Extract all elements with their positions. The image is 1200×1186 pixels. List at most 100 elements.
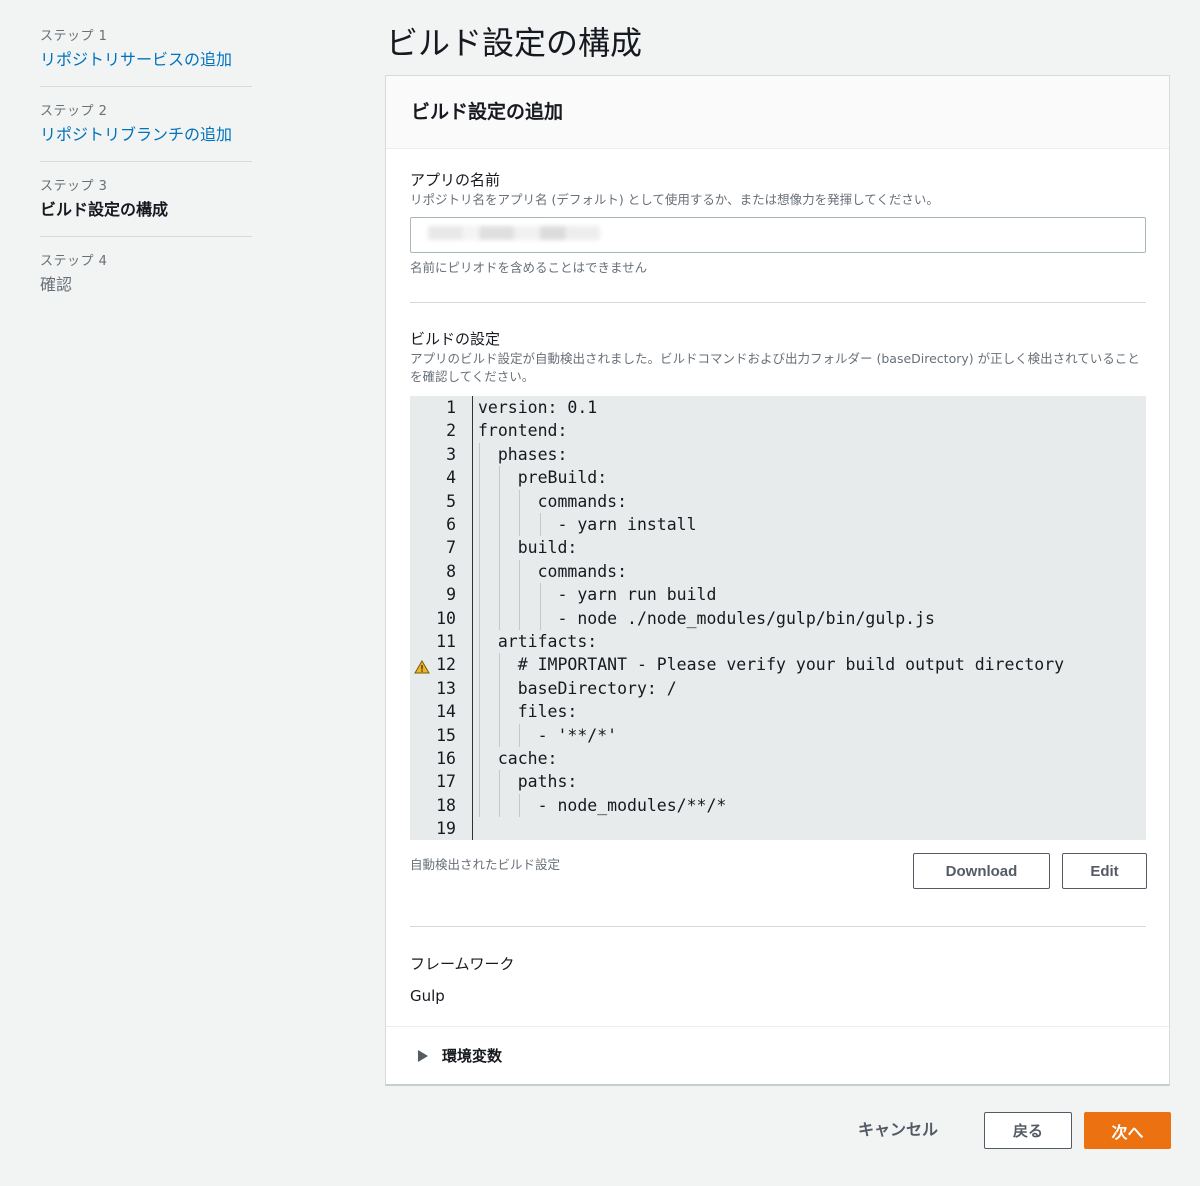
indent-guide (499, 559, 501, 584)
code-text: # IMPORTANT - Please verify your build o… (478, 655, 1065, 675)
code-line: 6 - yarn install (410, 513, 1146, 537)
code-line: 5 commands: (410, 489, 1146, 513)
step-1: ステップ 1 リポジトリサービスの追加 (40, 26, 252, 87)
panel-title: ビルド設定の追加 (411, 101, 564, 123)
code-text: preBuild: (478, 468, 608, 488)
code-text: files: (478, 702, 578, 722)
indent-guide (479, 676, 480, 701)
line-number: 15 (436, 725, 456, 745)
code-line: 13 baseDirectory: / (410, 676, 1146, 701)
indent-guide (519, 583, 521, 607)
indent-guide (479, 536, 480, 560)
divider (410, 926, 1146, 927)
auto-detected-label: 自動検出されたビルド設定 (410, 857, 561, 872)
indent-guide (519, 793, 521, 818)
indent-guide (479, 653, 480, 677)
indent-guide (539, 583, 541, 607)
code-text: - yarn install (478, 515, 697, 534)
indent-guide (479, 606, 480, 630)
indent-guide (479, 559, 480, 584)
line-number: 2 (446, 421, 456, 441)
step-3: ステップ 3 ビルド設定の構成 (40, 176, 252, 237)
code-text: commands: (478, 561, 628, 581)
app-name-hint: 名前にピリオドを含めることはできません (410, 260, 648, 275)
page-title: ビルド設定の構成 (386, 24, 643, 62)
build-spec-editor[interactable]: 1 version: 0.1 2 frontend: 3 phases: 4 preBui… (410, 396, 1146, 840)
code-line: 11 artifacts: (410, 630, 1146, 654)
indent-guide (479, 583, 480, 607)
line-number: 14 (436, 702, 456, 722)
indent-guide (479, 466, 480, 490)
next-button[interactable]: 次へ (1084, 1112, 1171, 1149)
build-settings-panel: ビルド設定の追加 アプリの名前 リポジトリ名をアプリ名 (デフォルト) として使… (385, 75, 1170, 1086)
indent-guide (479, 489, 480, 513)
line-number: 1 (446, 398, 456, 417)
line-number: 9 (446, 585, 456, 605)
indent-guide (519, 559, 521, 584)
code-line: 16 cache: (410, 747, 1146, 771)
indent-guide (499, 676, 501, 701)
line-number: 4 (446, 468, 456, 488)
code-line: 14 files: (410, 700, 1146, 724)
step-number: ステップ 4 (40, 254, 108, 269)
framework-value: Gulp (410, 987, 445, 1005)
line-number: 13 (436, 678, 456, 698)
back-button[interactable]: 戻る (984, 1112, 1072, 1149)
code-text: commands: (478, 491, 628, 511)
step-link-add-repository-service[interactable]: リポジトリサービスの追加 (40, 48, 252, 72)
line-number: 7 (446, 538, 456, 558)
indent-guide (479, 630, 480, 654)
step-2: ステップ 2 リポジトリブランチの追加 (40, 101, 252, 162)
indent-guide (499, 700, 501, 724)
indent-guide (479, 513, 480, 537)
code-text: - node_modules/**/* (478, 795, 727, 815)
code-text: artifacts: (478, 632, 598, 651)
indent-guide (499, 723, 501, 747)
app-name-field: アプリの名前 リポジトリ名をアプリ名 (デフォルト) として使用するか、または想… (410, 169, 1146, 209)
indent-guide (499, 770, 501, 794)
code-text: build: (478, 538, 578, 558)
build-settings-description: アプリのビルド設定が自動検出されました。ビルドコマンドおよび出力フォルダー (b… (410, 351, 1140, 384)
code-line: 1 version: 0.1 (410, 396, 1146, 419)
line-number: 17 (436, 772, 456, 792)
step-link-add-repository-branch[interactable]: リポジトリブランチの追加 (40, 123, 252, 147)
code-line: 18 - node_modules/**/* (410, 793, 1146, 818)
code-text: - node ./node_modules/gulp/bin/gulp.js (478, 608, 935, 628)
panel-header: ビルド設定の追加 (386, 76, 1169, 149)
indent-guide (479, 442, 480, 467)
cancel-button[interactable]: キャンセル (858, 1118, 938, 1142)
line-number: 10 (436, 608, 456, 628)
step-4: ステップ 4 確認 (40, 251, 252, 311)
line-number: 19 (436, 819, 456, 839)
indent-guide (499, 536, 501, 560)
code-text: cache: (478, 749, 558, 768)
line-number: 11 (436, 632, 456, 651)
environment-variables-toggle[interactable]: 環境変数 (386, 1026, 1169, 1085)
app-name-label: アプリの名前 (410, 171, 501, 189)
divider (410, 302, 1146, 303)
indent-guide (539, 513, 541, 537)
line-number: 6 (446, 515, 456, 534)
line-number: 18 (436, 795, 456, 815)
code-text: version: 0.1 (478, 398, 598, 417)
code-line: 2 frontend: (410, 419, 1146, 442)
build-settings-field: ビルドの設定 アプリのビルド設定が自動検出されました。ビルドコマンドおよび出力フ… (410, 328, 1146, 386)
step-current-configure-build: ビルド設定の構成 (40, 200, 169, 219)
step-number: ステップ 2 (40, 104, 108, 119)
framework-label: フレームワーク (410, 955, 515, 973)
indent-guide (479, 747, 480, 771)
step-number: ステップ 1 (40, 29, 108, 44)
line-number: 8 (446, 561, 456, 581)
indent-guide (499, 466, 501, 490)
download-button[interactable]: Download (913, 853, 1050, 889)
app-name-description: リポジトリ名をアプリ名 (デフォルト) として使用するか、または想像力を発揮して… (410, 192, 939, 207)
edit-button[interactable]: Edit (1062, 853, 1147, 889)
expand-triangle-icon (418, 1050, 428, 1062)
indent-guide (499, 793, 501, 818)
line-number: 16 (436, 749, 456, 768)
indent-guide (499, 606, 501, 630)
indent-guide (519, 513, 521, 537)
code-text: paths: (478, 772, 578, 792)
code-line: 17 paths: (410, 770, 1146, 794)
build-settings-label: ビルドの設定 (410, 330, 501, 348)
